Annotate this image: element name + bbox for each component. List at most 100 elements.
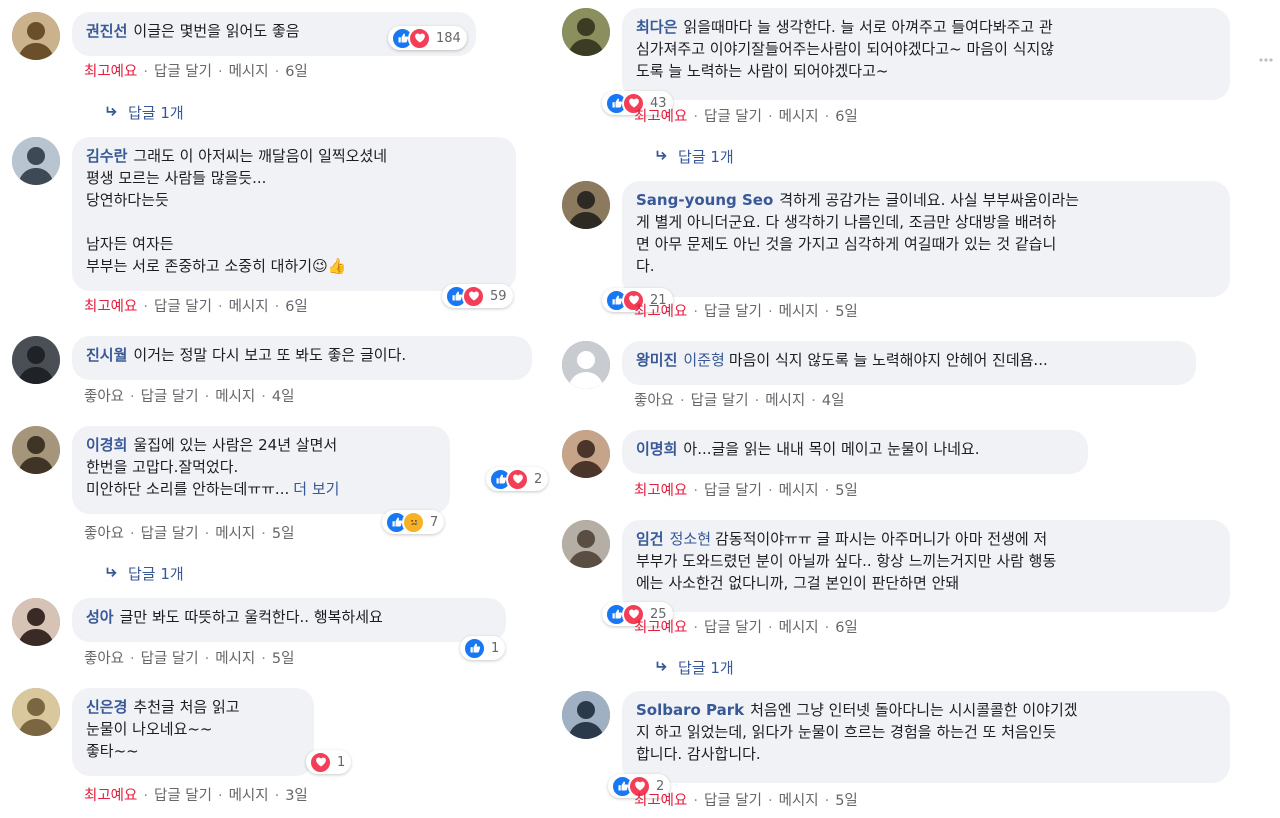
- avatar[interactable]: [562, 341, 610, 389]
- react-button[interactable]: 좋아요: [634, 393, 674, 409]
- comment-timestamp[interactable]: 3일: [285, 788, 308, 804]
- reply-button[interactable]: 답글 달기: [704, 793, 762, 809]
- comment-timestamp[interactable]: 5일: [835, 793, 858, 809]
- comment-timestamp[interactable]: 5일: [272, 526, 295, 542]
- avatar[interactable]: [12, 688, 60, 736]
- comment-author-link[interactable]: Solbaro Park: [636, 701, 744, 719]
- message-button[interactable]: 메시지: [215, 526, 255, 542]
- tagged-user-link[interactable]: 정소현: [670, 530, 711, 548]
- message-button[interactable]: 메시지: [229, 788, 269, 804]
- reply-button[interactable]: 답글 달기: [704, 483, 762, 499]
- react-button[interactable]: 최고예요: [84, 64, 137, 80]
- react-button[interactable]: 최고예요: [84, 299, 137, 315]
- comment-timestamp[interactable]: 6일: [285, 299, 308, 315]
- comment-author-link[interactable]: 이명희: [636, 440, 677, 458]
- avatar[interactable]: [12, 598, 60, 646]
- react-button[interactable]: 최고예요: [84, 788, 137, 804]
- message-button[interactable]: 메시지: [215, 651, 255, 667]
- comment-author-link[interactable]: 권진선: [86, 22, 127, 40]
- comment-timestamp[interactable]: 6일: [285, 64, 308, 80]
- message-button[interactable]: 메시지: [215, 389, 255, 405]
- reply-button[interactable]: 답글 달기: [154, 299, 212, 315]
- comment-timestamp[interactable]: 5일: [835, 304, 858, 320]
- view-replies-link[interactable]: 답글 1개: [654, 657, 734, 678]
- reaction-count: 7: [430, 514, 439, 530]
- view-replies-link[interactable]: 답글 1개: [654, 146, 734, 167]
- reaction-count: 1: [337, 754, 346, 770]
- message-button[interactable]: 메시지: [779, 483, 819, 499]
- avatar[interactable]: [562, 8, 610, 56]
- comment-author-link[interactable]: 이경희: [86, 436, 127, 454]
- view-replies-link[interactable]: 답글 1개: [104, 563, 184, 584]
- comment-timestamp[interactable]: 5일: [835, 483, 858, 499]
- see-more-link[interactable]: 더 보기: [293, 480, 339, 498]
- react-button[interactable]: 좋아요: [84, 389, 124, 405]
- message-button[interactable]: 메시지: [779, 304, 819, 320]
- reaction-summary[interactable]: 1: [460, 636, 506, 660]
- comment-bubble: 김수란 그래도 이 아저씨는 깨달음이 일찍오셨네 평생 모르는 사람들 많을듯.…: [72, 137, 516, 291]
- comment-author-link[interactable]: 신은경: [86, 698, 127, 716]
- comment-author-link[interactable]: 최다은: [636, 18, 677, 36]
- reply-button[interactable]: 답글 달기: [141, 651, 199, 667]
- separator-dot: ·: [824, 304, 830, 320]
- comment-timestamp[interactable]: 5일: [272, 651, 295, 667]
- message-button[interactable]: 메시지: [765, 393, 805, 409]
- message-button[interactable]: 메시지: [229, 299, 269, 315]
- reaction-summary[interactable]: 2: [486, 467, 549, 491]
- comment-author-link[interactable]: 왕미진: [636, 351, 677, 369]
- comment-author-link[interactable]: 성아: [86, 608, 114, 626]
- comment-author-link[interactable]: 김수란: [86, 147, 127, 165]
- react-button[interactable]: 최고예요: [634, 304, 687, 320]
- reply-button[interactable]: 답글 달기: [691, 393, 749, 409]
- reply-button[interactable]: 답글 달기: [141, 389, 199, 405]
- reaction-summary[interactable]: 184: [388, 26, 467, 50]
- avatar[interactable]: [562, 520, 610, 568]
- avatar[interactable]: [12, 426, 60, 474]
- reply-button[interactable]: 답글 달기: [154, 788, 212, 804]
- react-button[interactable]: 좋아요: [84, 651, 124, 667]
- tagged-user-link[interactable]: 이준형: [683, 351, 724, 369]
- message-button[interactable]: 메시지: [229, 64, 269, 80]
- comment-timestamp[interactable]: 4일: [272, 389, 295, 405]
- comment-text: 그래도 이 아저씨는 깨달음이 일찍오셨네 평생 모르는 사람들 많을듯... …: [86, 147, 388, 275]
- reaction-count: 2: [534, 471, 543, 487]
- avatar[interactable]: [562, 181, 610, 229]
- comment-timestamp[interactable]: 6일: [835, 109, 858, 125]
- reply-button[interactable]: 답글 달기: [704, 620, 762, 636]
- scroll-arrow-icon[interactable]: [1258, 52, 1274, 64]
- avatar[interactable]: [12, 336, 60, 384]
- react-button[interactable]: 최고예요: [634, 620, 687, 636]
- comment-author-link[interactable]: 임건: [636, 530, 664, 548]
- view-replies-link[interactable]: 답글 1개: [104, 102, 184, 123]
- comment-text: 이글은 몇번을 읽어도 좋음: [133, 22, 300, 40]
- separator-dot: ·: [143, 64, 148, 80]
- comment-author-link[interactable]: 진시월: [86, 346, 127, 364]
- avatar[interactable]: [12, 12, 60, 60]
- react-button[interactable]: 최고예요: [634, 109, 687, 125]
- reaction-count: 1: [491, 640, 500, 656]
- avatar[interactable]: [12, 137, 60, 185]
- comment-actions: 좋아요 · 답글 달기 · 메시지 · 5일: [84, 647, 294, 668]
- reaction-summary[interactable]: 1: [306, 750, 352, 774]
- avatar[interactable]: [562, 430, 610, 478]
- comment-timestamp[interactable]: 4일: [822, 393, 845, 409]
- message-button[interactable]: 메시지: [779, 793, 819, 809]
- react-button[interactable]: 최고예요: [634, 793, 687, 809]
- reply-button[interactable]: 답글 달기: [141, 526, 199, 542]
- reaction-summary[interactable]: 7: [382, 510, 445, 534]
- comment-author-link[interactable]: Sang-young Seo: [636, 191, 773, 209]
- comment-text: 이거는 정말 다시 보고 또 봐도 좋은 글이다.: [133, 346, 407, 364]
- react-button[interactable]: 최고예요: [634, 483, 687, 499]
- avatar[interactable]: [562, 691, 610, 739]
- reaction-count: 59: [490, 288, 507, 304]
- react-button[interactable]: 좋아요: [84, 526, 124, 542]
- reply-button[interactable]: 답글 달기: [704, 109, 762, 125]
- reply-arrow-icon: [104, 565, 128, 583]
- message-button[interactable]: 메시지: [779, 109, 819, 125]
- message-button[interactable]: 메시지: [779, 620, 819, 636]
- comment-timestamp[interactable]: 6일: [835, 620, 858, 636]
- reply-button[interactable]: 답글 달기: [154, 64, 212, 80]
- separator-dot: ·: [754, 393, 760, 409]
- reaction-summary[interactable]: 59: [442, 284, 513, 308]
- reply-button[interactable]: 답글 달기: [704, 304, 762, 320]
